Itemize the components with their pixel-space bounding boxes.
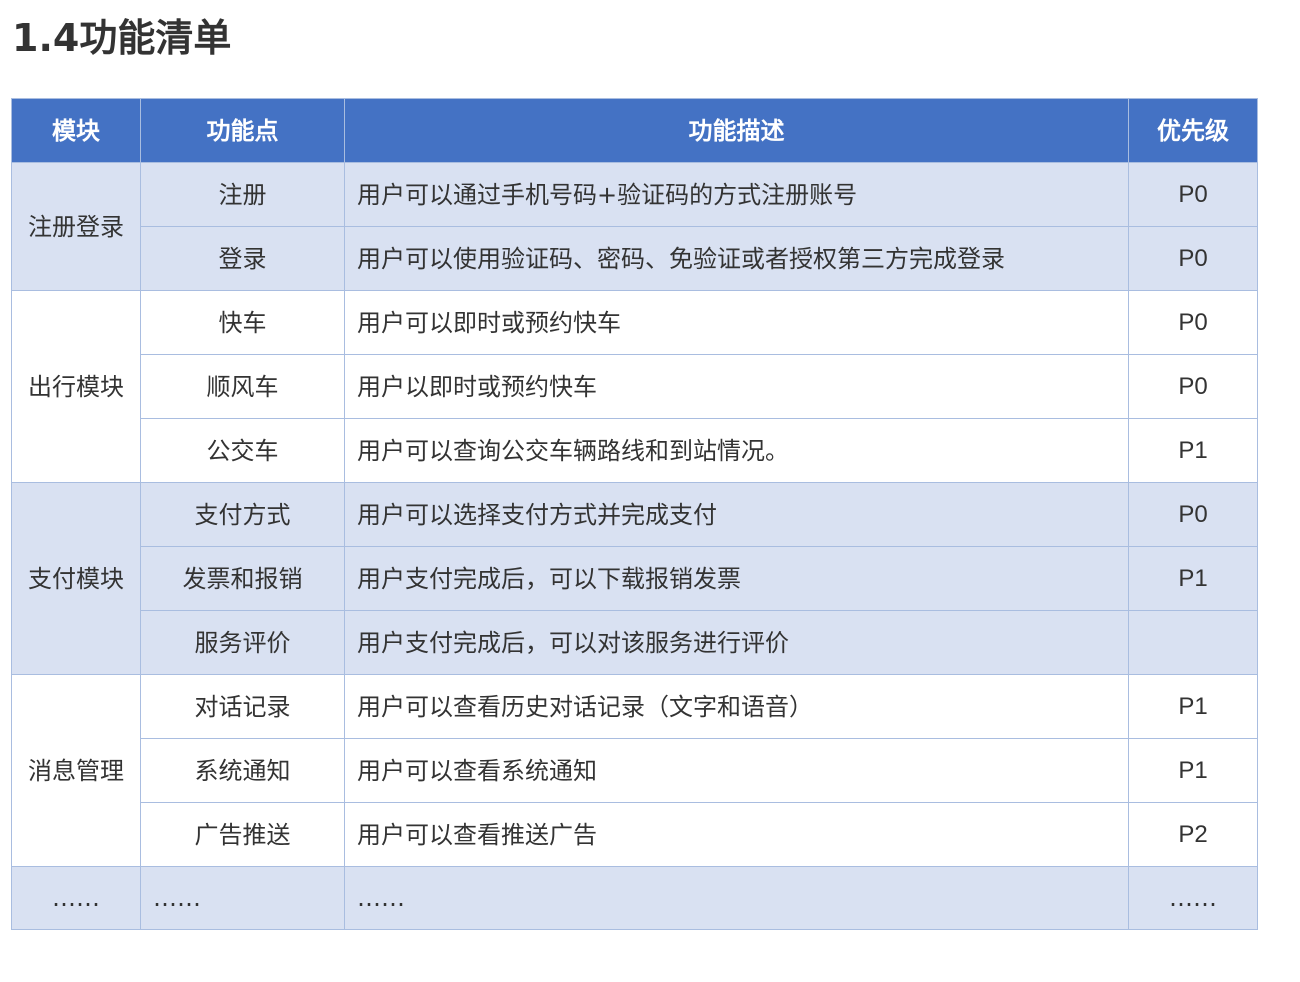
description-cell: 用户支付完成后，可以对该服务进行评价	[344, 610, 1129, 675]
table-row: 消息管理 对话记录 用户可以查看历史对话记录（文字和语音） P1	[11, 674, 1258, 867]
description-cell: 用户可以使用验证码、密码、免验证或者授权第三方完成登录	[344, 226, 1129, 291]
table-row: 注册登录 注册 用户可以通过手机号码+验证码的方式注册账号 P0	[11, 162, 1258, 291]
feature-cell: 登录	[140, 226, 345, 291]
module-cell: 消息管理	[11, 674, 141, 867]
description-cell: 用户可以即时或预约快车	[344, 290, 1129, 355]
feature-list-table: 模块 功能点 功能描述 优先级 注册登录 注册 用户可以通过手机号码+验证码的方…	[11, 98, 1258, 930]
table-row: 广告推送 用户可以查看推送广告 P2	[12, 802, 1258, 867]
priority-cell: P1	[1128, 674, 1258, 739]
description-cell: 用户可以查看历史对话记录（文字和语音）	[344, 674, 1129, 739]
feature-cell: 服务评价	[140, 610, 345, 675]
description-cell: 用户支付完成后，可以下载报销发票	[344, 546, 1129, 611]
priority-cell: P1	[1128, 738, 1258, 803]
table-header-row: 模块 功能点 功能描述 优先级	[11, 98, 1258, 163]
priority-cell: P1	[1128, 418, 1258, 483]
description-cell: 用户可以通过手机号码+验证码的方式注册账号	[344, 162, 1129, 227]
module-cell: 出行模块	[11, 290, 141, 483]
description-cell: 用户以即时或预约快车	[344, 354, 1129, 419]
priority-cell: P1	[1128, 546, 1258, 611]
feature-cell: 公交车	[140, 418, 345, 483]
description-cell: 用户可以查看系统通知	[344, 738, 1129, 803]
priority-cell: P0	[1128, 482, 1258, 547]
feature-cell: 发票和报销	[140, 546, 345, 611]
table-row: 服务评价 用户支付完成后，可以对该服务进行评价	[12, 610, 1258, 675]
ellipsis-feature-cell: ……	[140, 866, 345, 930]
feature-cell: 支付方式	[140, 482, 345, 547]
table-row: 出行模块 快车 用户可以即时或预约快车 P0	[11, 290, 1258, 483]
ellipsis-module-cell: ……	[11, 866, 141, 930]
table-row: 发票和报销 用户支付完成后，可以下载报销发票 P1	[12, 546, 1258, 611]
module-cell: 注册登录	[11, 162, 141, 291]
header-priority: 优先级	[1128, 98, 1258, 163]
feature-cell: 系统通知	[140, 738, 345, 803]
table-row: 顺风车 用户以即时或预约快车 P0	[12, 354, 1258, 419]
ellipsis-row: …… …… …… ……	[11, 866, 1258, 930]
table-row: 公交车 用户可以查询公交车辆路线和到站情况。 P1	[12, 418, 1258, 483]
table-row: 支付模块 支付方式 用户可以选择支付方式并完成支付 P0	[11, 482, 1258, 675]
feature-cell: 注册	[140, 162, 345, 227]
feature-cell: 广告推送	[140, 802, 345, 867]
feature-cell: 顺风车	[140, 354, 345, 419]
table-row: 登录 用户可以使用验证码、密码、免验证或者授权第三方完成登录 P0	[12, 226, 1258, 291]
priority-cell: P0	[1128, 290, 1258, 355]
priority-cell	[1128, 610, 1258, 675]
ellipsis-priority-cell: ……	[1128, 866, 1258, 930]
feature-cell: 对话记录	[140, 674, 345, 739]
priority-cell: P2	[1128, 802, 1258, 867]
description-cell: 用户可以查询公交车辆路线和到站情况。	[344, 418, 1129, 483]
feature-cell: 快车	[140, 290, 345, 355]
priority-cell: P0	[1128, 354, 1258, 419]
priority-cell: P0	[1128, 226, 1258, 291]
ellipsis-description-cell: ……	[344, 866, 1129, 930]
page-title: 1.4功能清单	[12, 16, 232, 60]
header-feature: 功能点	[140, 98, 345, 163]
header-description: 功能描述	[344, 98, 1129, 163]
table-row: 系统通知 用户可以查看系统通知 P1	[12, 738, 1258, 803]
header-module: 模块	[11, 98, 141, 163]
module-cell: 支付模块	[11, 482, 141, 675]
priority-cell: P0	[1128, 162, 1258, 227]
description-cell: 用户可以选择支付方式并完成支付	[344, 482, 1129, 547]
description-cell: 用户可以查看推送广告	[344, 802, 1129, 867]
